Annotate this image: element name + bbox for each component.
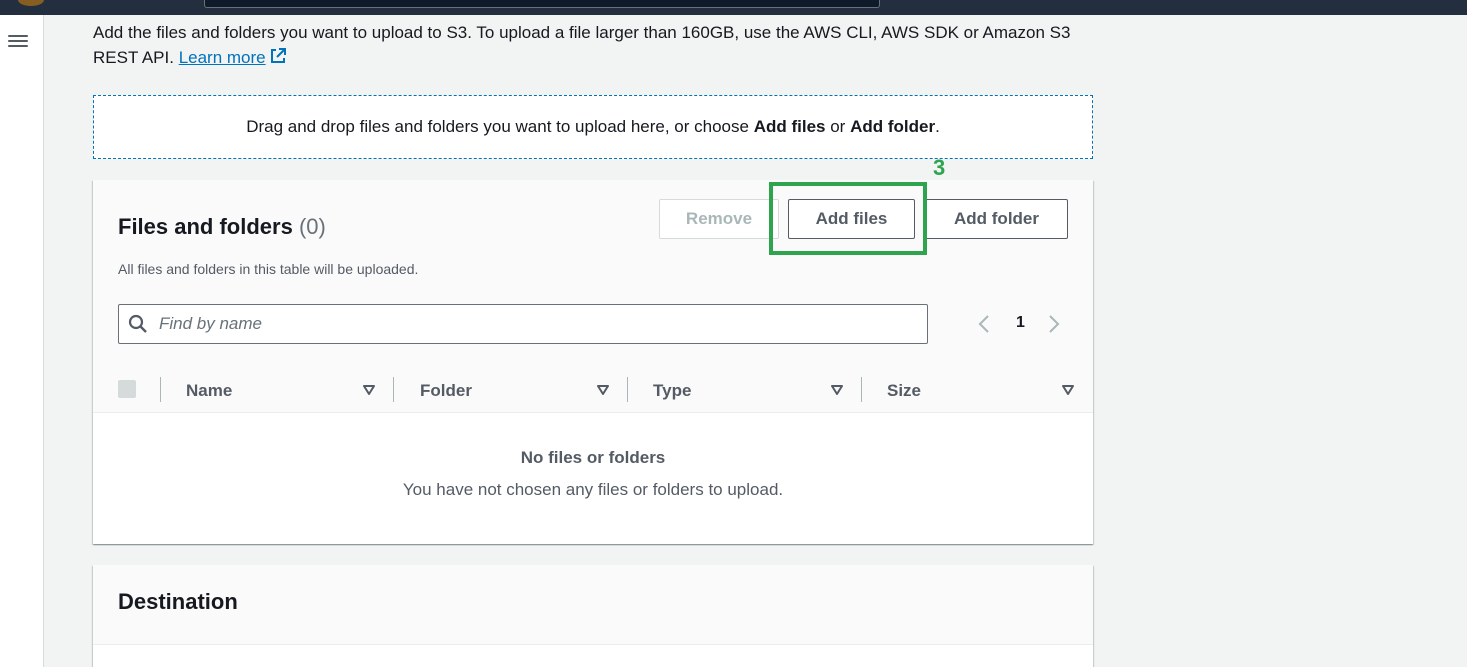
column-divider	[160, 377, 161, 402]
sort-caret-icon[interactable]	[362, 383, 376, 397]
select-all-checkbox[interactable]	[118, 380, 136, 398]
destination-panel: Destination	[93, 565, 1093, 667]
empty-state-description: You have not chosen any files or folders…	[402, 480, 784, 499]
destination-title: Destination	[118, 589, 238, 614]
dropzone-text: Drag and drop files and folders you want…	[246, 117, 940, 136]
find-by-name-search	[118, 304, 928, 344]
aws-logo[interactable]	[18, 0, 44, 6]
search-input[interactable]	[159, 306, 919, 342]
learn-more-link[interactable]: Learn more	[179, 48, 287, 67]
column-divider	[861, 377, 862, 402]
sort-caret-icon[interactable]	[1061, 383, 1075, 397]
files-panel-header: Files and folders (0) All files and fold…	[93, 180, 1093, 413]
external-link-icon	[270, 48, 286, 63]
column-header-name[interactable]: Name	[186, 368, 232, 413]
search-icon	[128, 314, 147, 333]
upload-intro: Add the files and folders you want to up…	[93, 20, 1093, 70]
side-navigation-rail	[0, 15, 44, 667]
column-header-type[interactable]: Type	[653, 368, 691, 413]
file-count: (0)	[298, 214, 326, 239]
remove-button[interactable]: Remove	[659, 199, 779, 239]
destination-header: Destination	[93, 565, 1093, 645]
column-divider	[627, 377, 628, 402]
column-header-size[interactable]: Size	[887, 368, 921, 413]
add-files-button[interactable]: Add files	[788, 199, 915, 239]
add-folder-button[interactable]: Add folder	[925, 199, 1068, 239]
step-number-label: 3	[933, 155, 946, 180]
panel-title: Files and folders (0)	[118, 214, 326, 239]
page-number[interactable]: 1	[1016, 314, 1025, 332]
sort-caret-icon[interactable]	[830, 383, 844, 397]
previous-page-icon[interactable]	[977, 314, 991, 334]
next-page-icon[interactable]	[1047, 314, 1061, 334]
panel-description: All files and folders in this table will…	[118, 261, 419, 277]
sort-caret-icon[interactable]	[596, 383, 610, 397]
drag-and-drop-zone[interactable]: Drag and drop files and folders you want…	[93, 95, 1093, 159]
empty-state-title: No files or folders	[520, 448, 666, 467]
top-navigation-bar	[0, 0, 1467, 15]
global-search-bar[interactable]	[204, 0, 880, 8]
hamburger-menu-icon[interactable]	[8, 32, 28, 52]
table-header-row: Name Folder Type Size	[93, 368, 1093, 413]
column-header-folder[interactable]: Folder	[420, 368, 472, 413]
files-and-folders-panel: Files and folders (0) All files and fold…	[93, 180, 1093, 544]
column-divider	[393, 377, 394, 402]
